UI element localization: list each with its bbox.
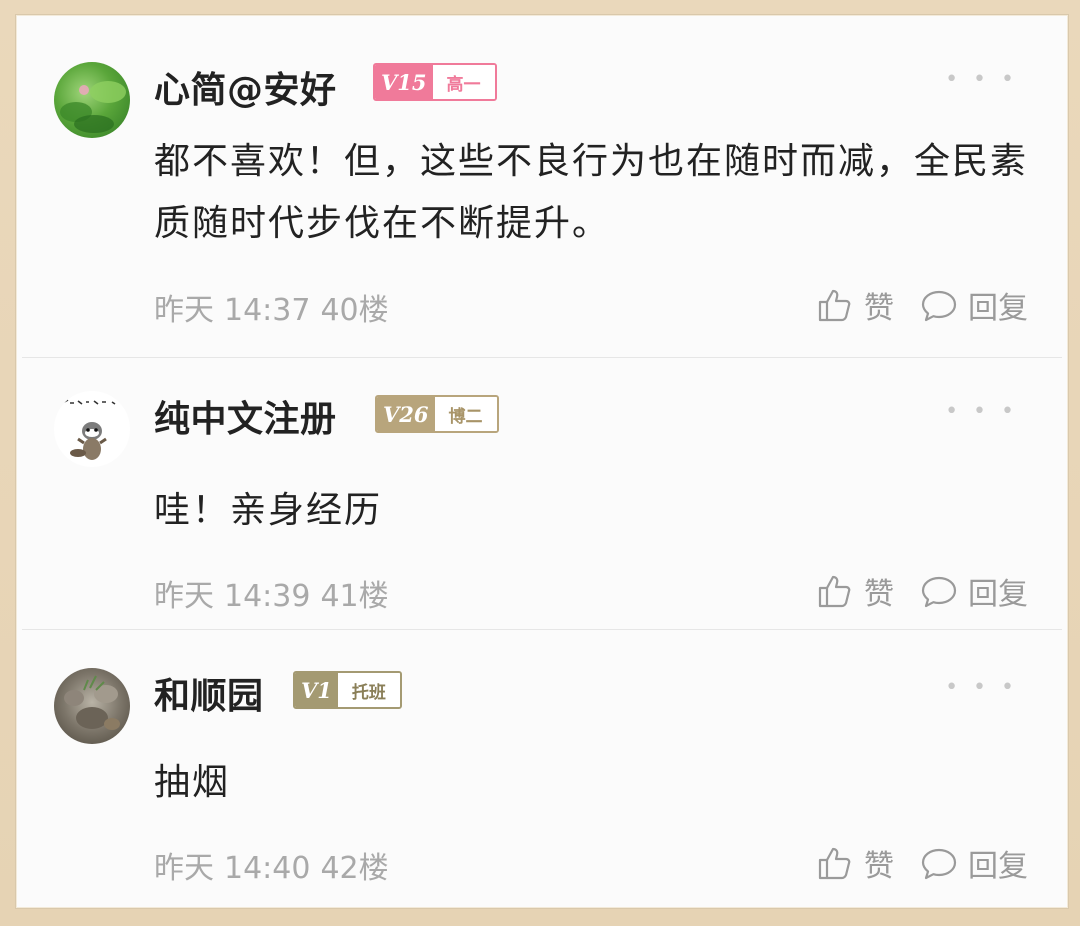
thumbs-up-icon [818, 847, 851, 880]
level-label: V26 [377, 397, 435, 431]
like-label: 赞 [864, 577, 894, 612]
speech-bubble-icon [921, 576, 957, 608]
like-button[interactable]: 赞 [816, 569, 894, 613]
like-button[interactable]: 赞 [816, 283, 894, 327]
more-dots-icon[interactable]: • • • [945, 675, 1018, 700]
reply-button[interactable]: 回复 [920, 283, 1028, 327]
comment-actions: 赞 回复 [816, 569, 1028, 613]
comment-meta: 昨天 14:37 40楼 [154, 285, 399, 329]
comment-actions: 赞 回复 [816, 841, 1028, 885]
comment-date: 昨天 [154, 579, 214, 614]
comment-time: 14:39 [224, 579, 311, 614]
level-label: V1 [295, 673, 338, 707]
comment-time: 14:40 [224, 851, 311, 886]
comment-item: 和顺园 V1 托班 • • • 抽烟 昨天 14:40 42楼 赞 回复 [16, 630, 1068, 908]
avatar[interactable] [54, 668, 130, 744]
like-label: 赞 [864, 849, 894, 884]
comment-text: 都不喜欢！但，这些不良行为也在随时而减，全民素质随时代步伐在不断提升。 [154, 141, 1029, 244]
comment-text: 抽烟 [154, 762, 231, 803]
level-badge: V1 托班 [293, 671, 402, 709]
username[interactable]: 和顺园 [154, 667, 264, 719]
reply-label: 回复 [968, 577, 1028, 612]
username[interactable]: 纯中文注册 [154, 390, 337, 442]
comment-text: 哇！亲身经历 [154, 490, 383, 531]
reply-label: 回复 [968, 849, 1028, 884]
avatar[interactable] [54, 391, 130, 467]
more-dots-icon[interactable]: • • • [945, 67, 1018, 92]
rank-label: 托班 [337, 673, 400, 707]
level-badge: V15 高一 [373, 63, 497, 101]
comment-floor: 40楼 [320, 293, 389, 328]
avatar[interactable] [54, 62, 130, 138]
reply-button[interactable]: 回复 [920, 841, 1028, 885]
comment-item: 纯中文注册 V26 博二 • • • 哇！亲身经历 昨天 14:39 41楼 赞 [16, 358, 1068, 629]
comment-meta: 昨天 14:40 42楼 [154, 843, 399, 887]
comment-actions: 赞 回复 [816, 283, 1028, 327]
comment-time: 14:37 [224, 293, 311, 328]
like-label: 赞 [864, 291, 894, 326]
level-label: V15 [375, 65, 433, 99]
thumbs-up-icon [818, 575, 851, 608]
thumbs-up-icon [818, 289, 851, 322]
speech-bubble-icon [921, 290, 957, 322]
more-dots-icon[interactable]: • • • [945, 399, 1018, 424]
comment-floor: 42楼 [320, 851, 389, 886]
photo-frame: 心简@安好 V15 高一 • • • 都不喜欢！但，这些不良行为也在随时而减，全… [0, 0, 1080, 926]
rank-label: 博二 [434, 397, 497, 431]
speech-bubble-icon [921, 848, 957, 880]
level-badge: V26 博二 [375, 395, 499, 433]
comment-meta: 昨天 14:39 41楼 [154, 571, 399, 615]
comment-date: 昨天 [154, 851, 214, 886]
comment-floor: 41楼 [320, 579, 389, 614]
rank-label: 高一 [432, 65, 495, 99]
like-button[interactable]: 赞 [816, 841, 894, 885]
username[interactable]: 心简@安好 [154, 61, 337, 113]
comment-list: 心简@安好 V15 高一 • • • 都不喜欢！但，这些不良行为也在随时而减，全… [15, 14, 1069, 909]
comment-date: 昨天 [154, 293, 214, 328]
comment-item: 心简@安好 V15 高一 • • • 都不喜欢！但，这些不良行为也在随时而减，全… [16, 15, 1068, 357]
reply-button[interactable]: 回复 [920, 569, 1028, 613]
reply-label: 回复 [968, 291, 1028, 326]
